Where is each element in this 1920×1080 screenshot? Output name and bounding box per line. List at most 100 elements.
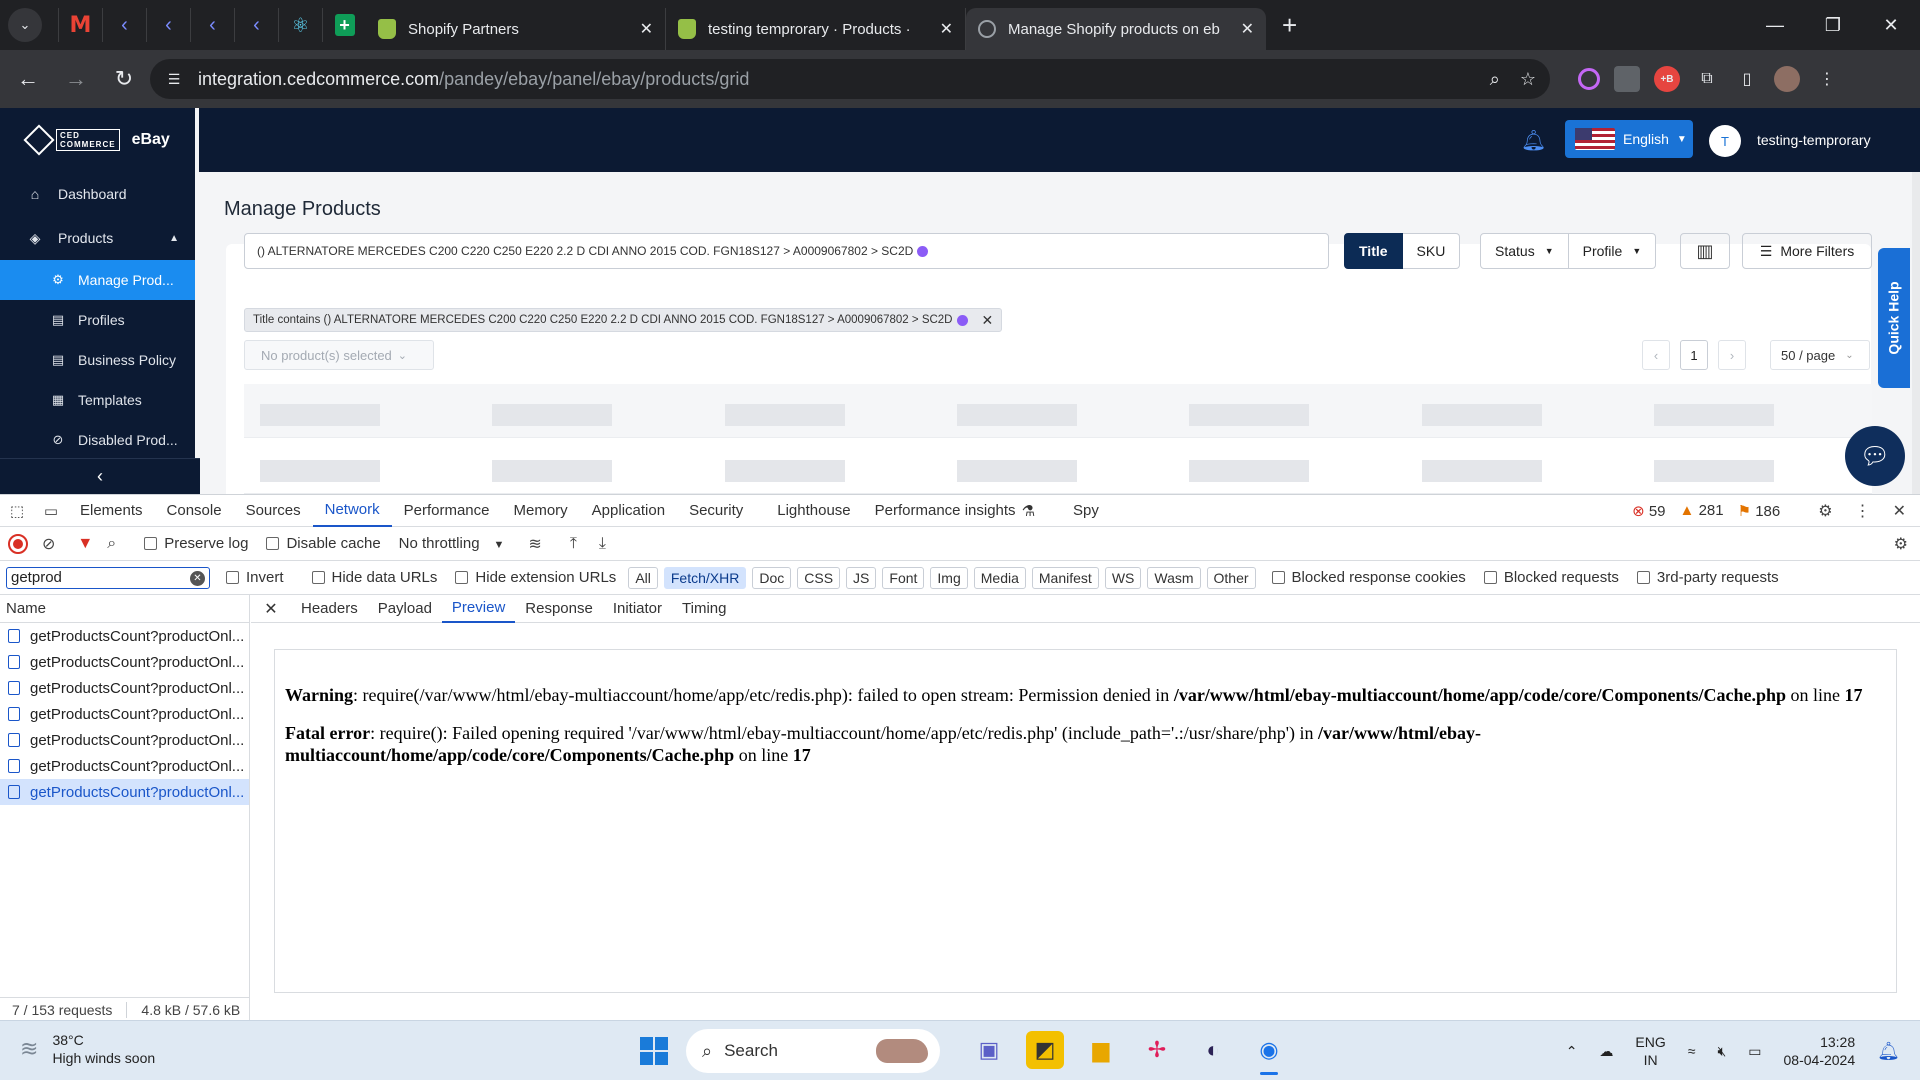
cloud-icon[interactable]: ☁ — [1599, 1043, 1613, 1060]
extension-gray-icon[interactable] — [1614, 66, 1640, 92]
invert-checkbox[interactable]: Invert — [226, 569, 284, 586]
type-chip-js[interactable]: JS — [846, 566, 877, 589]
tab-sources[interactable]: Sources — [234, 495, 313, 527]
wifi-icon[interactable]: ≈ — [1688, 1043, 1696, 1059]
pinned-tab-3[interactable]: ‹ — [190, 8, 234, 42]
type-chip-media[interactable]: Media — [973, 566, 1026, 589]
list-item[interactable]: getProductsCount?productOnl... — [0, 675, 249, 701]
list-item-selected[interactable]: getProductsCount?productOnl... — [0, 779, 249, 805]
third-party-checkbox[interactable]: 3rd-party requests — [1636, 569, 1779, 586]
clear-icon[interactable]: ⊘ — [42, 534, 55, 554]
network-filter-input[interactable]: getprod ✕ — [6, 566, 210, 589]
sidebar-item-profiles[interactable]: ▤ Profiles — [0, 300, 195, 340]
network-conditions-icon[interactable]: ≋ — [528, 534, 541, 554]
sidebar-item-products[interactable]: ◈ Products ▲ — [0, 216, 195, 260]
new-tab-icon[interactable]: + — [1282, 10, 1297, 41]
browser-tab-active[interactable]: Manage Shopify products on eb ✕ — [966, 8, 1266, 50]
type-chip-font[interactable]: Font — [882, 566, 925, 589]
blocked-requests-checkbox[interactable]: Blocked requests — [1483, 569, 1619, 586]
zoom-icon[interactable]: ⌕ — [1490, 69, 1500, 90]
notification-bell-icon[interactable]: 🔔︎ — [1521, 128, 1546, 153]
type-chip-img[interactable]: Img — [930, 566, 968, 589]
tab-security[interactable]: Security — [677, 495, 755, 527]
sidebar-item-manage-products[interactable]: ⚙ Manage Prod... — [0, 260, 195, 300]
type-chip-fetch-xhr[interactable]: Fetch/XHR — [663, 566, 747, 589]
record-icon[interactable] — [8, 533, 28, 554]
avatar[interactable]: T — [1709, 125, 1741, 157]
list-item[interactable]: getProductsCount?productOnl... — [0, 701, 249, 727]
tab-timing[interactable]: Timing — [672, 595, 736, 623]
type-chip-ws[interactable]: WS — [1104, 566, 1142, 589]
sidebar-item-disabled-products[interactable]: ⊘ Disabled Prod... — [0, 420, 195, 460]
close-detail-icon[interactable]: ✕ — [251, 599, 291, 619]
search-icon[interactable]: ⌕ — [107, 535, 116, 553]
type-chip-css[interactable]: CSS — [797, 566, 841, 589]
export-har-icon[interactable]: ⤓ — [599, 535, 606, 553]
teams-icon[interactable]: ▣ — [970, 1031, 1008, 1069]
tab-initiator[interactable]: Initiator — [603, 595, 672, 623]
tab-memory[interactable]: Memory — [502, 495, 580, 527]
input-language[interactable]: ENG IN — [1635, 1033, 1665, 1069]
tab-headers[interactable]: Headers — [291, 595, 368, 623]
brand-logo[interactable]: CED COMMERCE eBay — [0, 108, 195, 172]
page-size-select[interactable]: 50 / page ⌄ — [1770, 340, 1870, 370]
extensions-puzzle-icon[interactable]: ⧉ — [1694, 66, 1720, 92]
side-panel-icon[interactable]: ▯ — [1734, 66, 1760, 92]
columns-button[interactable]: ▥ — [1680, 233, 1730, 269]
blocked-cookies-checkbox[interactable]: Blocked response cookies — [1271, 569, 1466, 586]
preserve-log-checkbox[interactable]: Preserve log — [144, 535, 248, 552]
user-name[interactable]: testing-temprorary — [1757, 132, 1871, 148]
hide-extension-urls-checkbox[interactable]: Hide extension URLs — [455, 569, 616, 586]
more-options-icon[interactable]: ⋮ — [1855, 501, 1871, 521]
pinned-tab-sheets[interactable]: + — [322, 8, 366, 42]
throttling-select[interactable]: No throttling ▼ — [399, 535, 505, 552]
list-item[interactable]: getProductsCount?productOnl... — [0, 623, 249, 649]
type-chip-manifest[interactable]: Manifest — [1031, 566, 1099, 589]
settings-gear-icon[interactable]: ⚙ — [1818, 501, 1832, 521]
taskbar-search[interactable]: ⌕ Search — [686, 1029, 940, 1073]
browser-tab[interactable]: testing temprorary · Products · ✕ — [666, 8, 966, 50]
tab-elements[interactable]: Elements — [68, 495, 155, 527]
list-item[interactable]: getProductsCount?productOnl... — [0, 649, 249, 675]
current-page[interactable]: 1 — [1680, 340, 1708, 370]
chat-button[interactable]: 💬︎ — [1845, 426, 1905, 486]
hide-data-urls-checkbox[interactable]: Hide data URLs — [311, 569, 437, 586]
issue-counters[interactable]: ⊗ 59 ▲ 281 ⚑ 186 ⚙ ⋮ ✕ — [1632, 501, 1920, 521]
remove-filter-icon[interactable]: ✕ — [982, 312, 994, 329]
tab-lighthouse[interactable]: Lighthouse — [765, 495, 862, 527]
back-icon[interactable]: ← — [8, 59, 48, 99]
pinned-tab-gmail[interactable]: M — [58, 8, 102, 42]
clock[interactable]: 13:28 08-04-2024 — [1784, 1033, 1856, 1069]
chevron-up-icon[interactable]: ⌃ — [1566, 1043, 1578, 1060]
quick-help-tab[interactable]: Quick Help — [1878, 248, 1910, 388]
sku-button[interactable]: SKU — [1402, 233, 1461, 269]
pinned-tab-1[interactable]: ‹ — [102, 8, 146, 42]
collapse-sidebar-button[interactable]: ‹ — [0, 458, 200, 494]
sidebar-item-business-policy[interactable]: ▤ Business Policy — [0, 340, 195, 380]
filter-funnel-icon[interactable]: ▼ — [77, 535, 93, 553]
tab-spy[interactable]: Spy — [1061, 495, 1111, 527]
pinned-tab-2[interactable]: ‹ — [146, 8, 190, 42]
chrome-icon[interactable]: ◉ — [1250, 1031, 1288, 1075]
sidebar-item-dashboard[interactable]: ⌂ Dashboard — [0, 172, 195, 216]
profile-avatar[interactable] — [1774, 66, 1800, 92]
type-chip-doc[interactable]: Doc — [752, 566, 792, 589]
type-chip-other[interactable]: Other — [1206, 566, 1256, 589]
close-devtools-icon[interactable]: ✕ — [1893, 501, 1906, 521]
browser-menu-icon[interactable]: ⋮ — [1814, 66, 1840, 92]
forward-icon[interactable]: → — [56, 59, 96, 99]
type-chip-all[interactable]: All — [628, 566, 658, 589]
list-item[interactable]: getProductsCount?productOnl... — [0, 753, 249, 779]
sidebar-item-templates[interactable]: ▦ Templates — [0, 380, 195, 420]
language-selector[interactable]: English ▼ — [1565, 120, 1693, 158]
close-icon[interactable]: ✕ — [1241, 19, 1254, 39]
close-window-icon[interactable]: ✕ — [1862, 15, 1920, 36]
inspect-element-icon[interactable]: ⬚ — [0, 502, 34, 520]
address-bar[interactable]: ☰ integration.cedcommerce.com/pandey/eba… — [150, 59, 1550, 99]
prev-page-icon[interactable]: ‹ — [1642, 340, 1670, 370]
profile-filter-button[interactable]: Profile ▼ — [1568, 233, 1657, 269]
bulk-selection-dropdown[interactable]: No product(s) selected ⌄ — [244, 340, 434, 370]
volume-mute-icon[interactable]: 🔇︎ — [1717, 1043, 1726, 1060]
clear-filter-icon[interactable]: ✕ — [190, 570, 205, 586]
product-search-input[interactable]: () ALTERNATORE MERCEDES C200 C220 C250 E… — [244, 233, 1329, 269]
